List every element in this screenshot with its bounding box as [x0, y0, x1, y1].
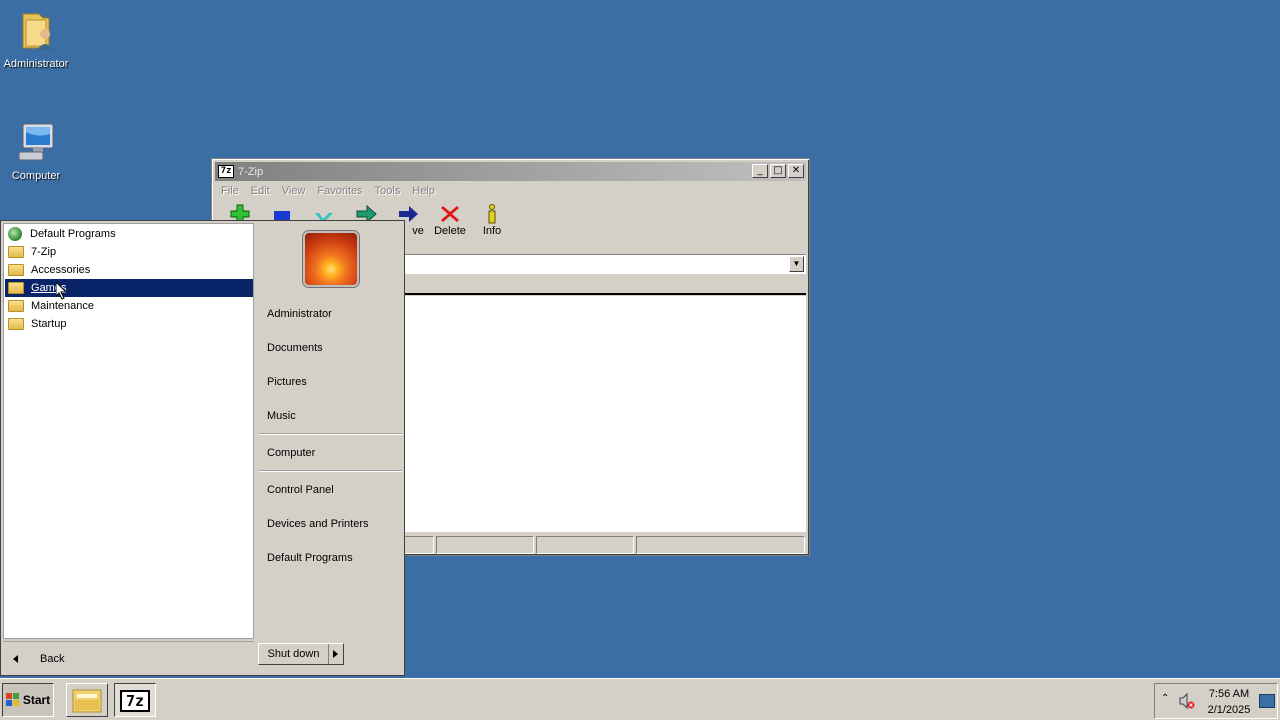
explorer-folder-icon [72, 689, 102, 713]
default-programs-icon [8, 227, 22, 241]
show-hidden-icons-icon[interactable]: ⌃ [1161, 693, 1169, 704]
clock-date: 2/1/2025 [1207, 704, 1251, 716]
divider [3, 641, 254, 642]
show-desktop-icon[interactable] [1259, 694, 1275, 708]
status-panel [436, 536, 534, 554]
taskbar-7zip-button[interactable]: 7z [114, 683, 156, 717]
menu-favorites[interactable]: Favorites [311, 185, 368, 197]
menu-help[interactable]: Help [406, 185, 441, 197]
program-startup-folder[interactable]: Startup [5, 315, 253, 333]
folder-icon [8, 300, 24, 312]
program-games-folder[interactable]: Games [5, 279, 253, 297]
delete-button[interactable]: Delete [428, 203, 472, 237]
status-panel [636, 536, 805, 554]
desktop-icon-administrator[interactable]: Administrator [0, 8, 72, 70]
start-button[interactable]: Start [2, 683, 54, 717]
program-maintenance-folder[interactable]: Maintenance [5, 297, 253, 315]
menu-file[interactable]: File [215, 185, 245, 197]
user-avatar[interactable] [303, 231, 359, 287]
folder-icon [8, 264, 24, 276]
start-item-administrator[interactable]: Administrator [267, 308, 332, 320]
folder-icon [8, 246, 24, 258]
program-7zip-folder[interactable]: 7-Zip [5, 243, 253, 261]
start-item-computer[interactable]: Computer [267, 447, 315, 459]
minimize-button[interactable]: _ [752, 164, 768, 178]
start-item-documents[interactable]: Documents [267, 342, 323, 354]
program-default-programs[interactable]: Default Programs [5, 225, 253, 243]
window-title: 7-Zip [238, 165, 264, 178]
program-label: Startup [31, 318, 67, 330]
start-item-control-panel[interactable]: Control Panel [267, 484, 334, 496]
volume-muted-icon[interactable] [1179, 692, 1195, 710]
system-tray: ⌃ 7:56 AM 2/1/2025 [1154, 683, 1278, 719]
close-button[interactable]: ✕ [788, 164, 804, 178]
folder-icon [8, 318, 24, 330]
back-label: Back [40, 653, 65, 665]
programs-list: Default Programs 7-Zip Accessories Games… [3, 223, 254, 639]
taskbar: Start 7z ⌃ 7:56 AM 2/1/2025 [0, 678, 1280, 720]
chevron-down-icon[interactable]: ▼ [789, 256, 804, 272]
clock-time: 7:56 AM [1208, 688, 1250, 700]
menu-view[interactable]: View [276, 185, 312, 197]
start-item-music[interactable]: Music [267, 410, 296, 422]
clock[interactable]: 7:56 AM 2/1/2025 [1203, 686, 1255, 718]
start-item-default-programs[interactable]: Default Programs [267, 552, 353, 564]
computer-icon [13, 120, 59, 166]
start-label: Start [22, 693, 51, 707]
shutdown-button[interactable]: Shut down [259, 644, 329, 664]
taskbar-explorer-button[interactable] [66, 683, 108, 717]
desktop-icon-computer[interactable]: Computer [0, 120, 72, 182]
info-icon [470, 203, 514, 225]
shutdown-button-group: Shut down [258, 643, 344, 665]
program-label: Accessories [31, 264, 91, 276]
status-panel [536, 536, 634, 554]
user-folder-icon [13, 8, 59, 54]
window-titlebar[interactable]: 7z 7-Zip _ □ ✕ [215, 162, 806, 181]
program-label: Default Programs [30, 228, 116, 240]
windows-flag-icon [5, 693, 20, 707]
program-label: 7-Zip [31, 246, 57, 258]
menu-tools[interactable]: Tools [369, 185, 407, 197]
start-item-pictures[interactable]: Pictures [267, 376, 307, 388]
divider [259, 470, 402, 472]
desktop-icon-label: Administrator [3, 58, 69, 70]
back-arrow-icon [13, 655, 18, 663]
program-label: Maintenance [31, 300, 94, 312]
start-menu-right-pane: Administrator Documents Pictures Music C… [255, 221, 404, 639]
menubar: File Edit View Favorites Tools Help [215, 182, 806, 200]
start-item-devices-printers[interactable]: Devices and Printers [267, 518, 369, 530]
delete-x-icon [428, 203, 472, 225]
menu-edit[interactable]: Edit [245, 185, 276, 197]
delete-button-label: Delete [434, 225, 466, 237]
shutdown-options-arrow-icon[interactable] [329, 644, 343, 664]
info-button-label: Info [482, 225, 502, 237]
info-button[interactable]: Info [470, 203, 514, 237]
program-accessories-folder[interactable]: Accessories [5, 261, 253, 279]
divider [259, 433, 402, 435]
folder-icon [8, 282, 24, 294]
desktop-icon-label: Computer [11, 170, 61, 182]
back-button[interactable]: Back [3, 645, 254, 673]
sevenzip-app-icon: 7z [218, 165, 234, 178]
maximize-button[interactable]: □ [770, 164, 786, 178]
sevenzip-taskbar-icon: 7z [120, 690, 150, 712]
